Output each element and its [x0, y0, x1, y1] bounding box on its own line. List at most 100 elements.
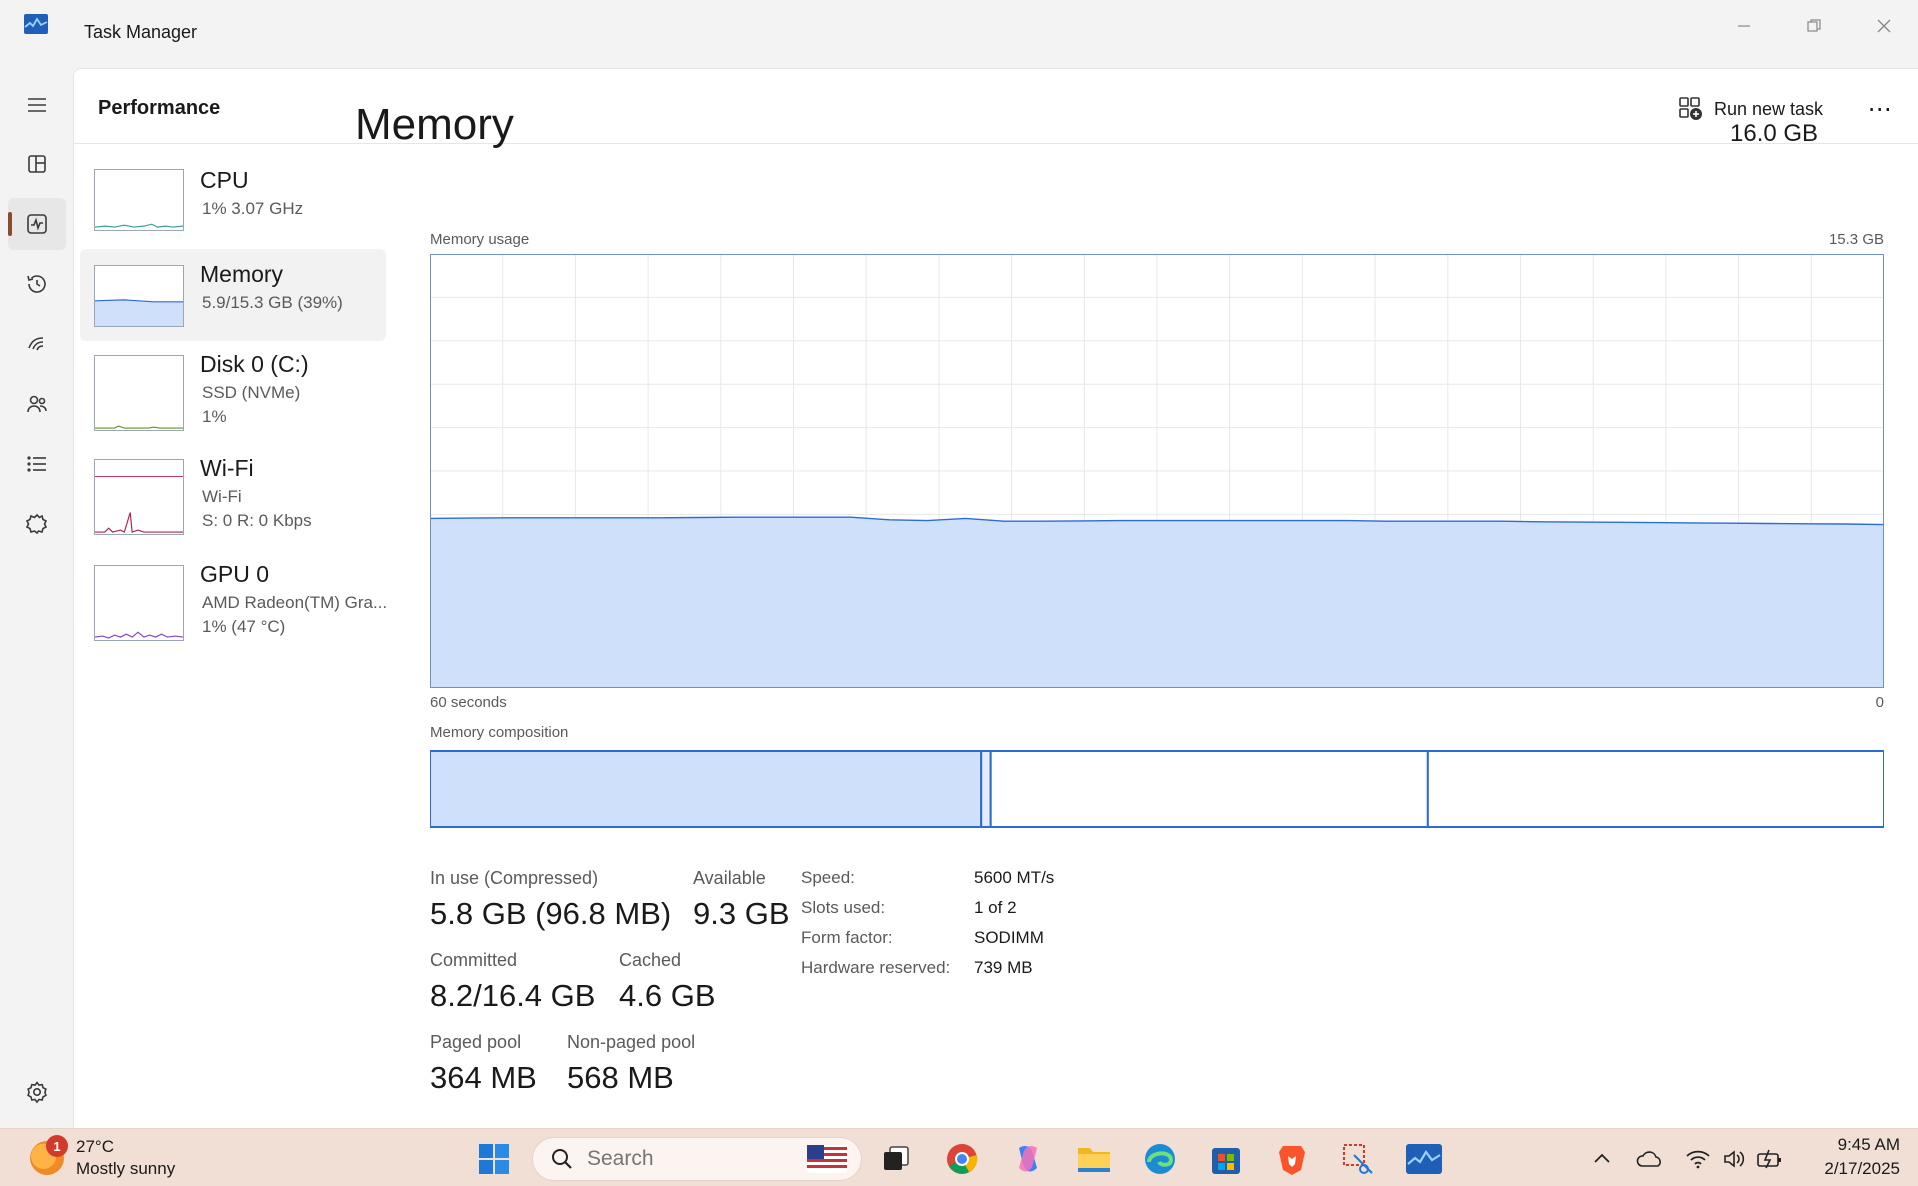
device-detail-2: 1%: [202, 407, 227, 426]
taskbar-search[interactable]: [532, 1137, 862, 1181]
windows-logo-icon: [479, 1144, 509, 1174]
weather-alert-badge: 1: [46, 1135, 68, 1157]
edge-button[interactable]: [1142, 1141, 1178, 1177]
composition-standby[interactable]: [989, 750, 1429, 828]
run-task-icon: [1679, 97, 1702, 120]
snipping-tool-button[interactable]: [1340, 1141, 1376, 1177]
available-value: 9.3 GB: [693, 896, 790, 931]
nav-users[interactable]: [8, 378, 66, 430]
memory-thumbnail-graph: [94, 265, 184, 327]
clock-date[interactable]: 2/17/2025: [1780, 1159, 1900, 1179]
file-explorer-button[interactable]: [1076, 1141, 1112, 1177]
device-gpu[interactable]: GPU 0 AMD Radeon(TM) Gra... 1% (47 °C): [80, 557, 388, 651]
panel-header: Performance Run new task ⋯: [74, 69, 1918, 144]
task-manager-logo-icon: [24, 14, 48, 34]
cached-label: Cached: [619, 950, 682, 970]
paged-pool-label: Paged pool: [430, 1032, 522, 1052]
restore-button[interactable]: [1784, 8, 1844, 44]
hamburger-menu-button[interactable]: [8, 79, 66, 131]
show-hidden-icons-button[interactable]: [1584, 1141, 1620, 1177]
nav-processes[interactable]: [8, 138, 66, 190]
paged-pool-value: 364 MB: [430, 1060, 537, 1095]
disk-thumbnail-graph: [94, 355, 184, 431]
device-memory[interactable]: Memory 5.9/15.3 GB (39%): [80, 249, 386, 341]
wifi-icon: [1686, 1150, 1710, 1169]
nav-services[interactable]: [8, 498, 66, 550]
onedrive-cloud-icon: [1636, 1151, 1661, 1167]
speed-value: 5600 MT/s: [974, 868, 1055, 887]
memory-composition-bar: [430, 750, 1884, 828]
composition-free[interactable]: [1426, 750, 1884, 828]
hardware-reserved-value: 739 MB: [974, 958, 1033, 977]
copilot-button[interactable]: [1010, 1141, 1046, 1177]
folder-icon: [1078, 1148, 1110, 1172]
cpu-thumbnail-graph: [94, 169, 184, 231]
start-button[interactable]: [476, 1141, 512, 1177]
task-manager-taskbar-icon: [1406, 1144, 1442, 1174]
task-manager-button[interactable]: [1406, 1141, 1442, 1177]
more-dots-icon: ⋯: [1867, 95, 1893, 123]
store-icon: [1212, 1148, 1240, 1174]
window-title: Task Manager: [84, 22, 198, 42]
committed-label: Committed: [430, 950, 518, 970]
chevron-up-icon: [1594, 1153, 1610, 1163]
minimize-icon: [1738, 25, 1750, 27]
restore-icon: [1807, 19, 1821, 32]
more-options-button[interactable]: ⋯: [1860, 91, 1900, 127]
users-icon: [27, 395, 47, 413]
gpu-thumbnail-graph: [94, 565, 184, 641]
services-puzzle-icon: [25, 513, 48, 535]
in-use-value: 5.8 GB (96.8 MB): [430, 896, 672, 931]
device-name: GPU 0: [200, 561, 270, 587]
memory-usage-graph: [430, 254, 1884, 688]
store-button[interactable]: [1208, 1141, 1244, 1177]
title-bar: Task Manager: [0, 0, 1918, 68]
close-icon: [1877, 19, 1891, 33]
non-paged-pool-value: 568 MB: [567, 1060, 674, 1095]
nav-details[interactable]: [8, 438, 66, 490]
nav-startup-apps[interactable]: [8, 318, 66, 370]
device-wifi[interactable]: Wi-Fi Wi-Fi S: 0 R: 0 Kbps: [80, 451, 386, 545]
edge-icon: [1145, 1144, 1175, 1174]
device-detail-2: S: 0 R: 0 Kbps: [202, 511, 312, 530]
composition-in-use[interactable]: [430, 750, 983, 828]
run-new-task-label: Run new task: [1714, 98, 1824, 119]
startup-icon: [28, 337, 44, 351]
task-view-button[interactable]: [878, 1141, 914, 1177]
memory-composition-label: Memory composition: [430, 724, 569, 741]
onedrive-button[interactable]: [1632, 1141, 1668, 1177]
chrome-button[interactable]: [944, 1141, 980, 1177]
search-input[interactable]: [587, 1147, 787, 1171]
device-detail: AMD Radeon(TM) Gra...: [202, 593, 388, 612]
device-cpu[interactable]: CPU 1% 3.07 GHz: [80, 161, 386, 247]
memory-usage-area: [430, 517, 1884, 688]
device-name: Wi-Fi: [200, 455, 254, 481]
memory-usage-label: Memory usage: [430, 231, 530, 248]
nav-settings[interactable]: [8, 1066, 66, 1118]
wifi-thumbnail-graph: [94, 459, 184, 535]
device-detail: 5.9/15.3 GB (39%): [202, 293, 343, 312]
slots-used-label: Slots used:: [801, 898, 886, 917]
brave-button[interactable]: [1274, 1141, 1310, 1177]
non-paged-pool-label: Non-paged pool: [567, 1032, 696, 1052]
nav-rail: [0, 68, 73, 1128]
memory-total: 16.0 GB: [1730, 120, 1819, 147]
clock-time[interactable]: 9:45 AM: [1780, 1135, 1900, 1155]
weather-temperature[interactable]: 27°C: [76, 1137, 114, 1157]
details-list-icon: [27, 456, 46, 472]
chrome-icon: [947, 1144, 978, 1174]
device-disk[interactable]: Disk 0 (C:) SSD (NVMe) 1%: [80, 347, 386, 437]
nav-performance[interactable]: [8, 198, 66, 250]
form-factor-label: Form factor:: [801, 928, 893, 947]
processes-icon: [28, 155, 46, 173]
memory-title: Memory: [355, 100, 514, 149]
close-button[interactable]: [1854, 8, 1914, 44]
nav-app-history[interactable]: [8, 258, 66, 310]
weather-description[interactable]: Mostly sunny: [76, 1159, 175, 1179]
volume-tray-button[interactable]: [1716, 1141, 1752, 1177]
task-view-icon: [884, 1146, 909, 1170]
committed-value: 8.2/16.4 GB: [430, 978, 596, 1013]
wifi-tray-button[interactable]: [1680, 1141, 1716, 1177]
minimize-button[interactable]: [1714, 8, 1774, 44]
composition-modified[interactable]: [980, 750, 992, 828]
